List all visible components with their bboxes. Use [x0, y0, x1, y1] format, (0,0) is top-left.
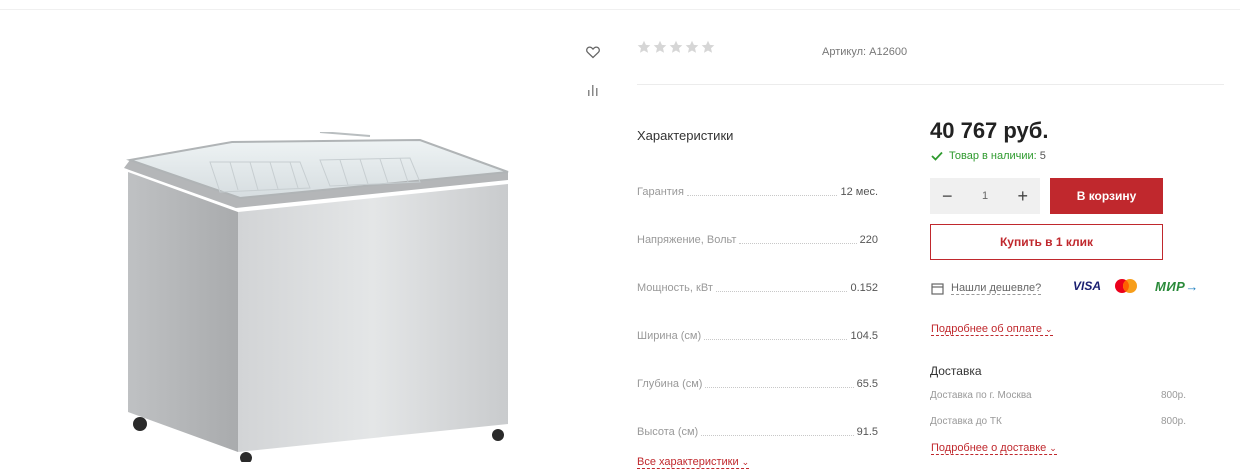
found-cheaper-link[interactable]: Нашли дешевле?	[951, 282, 1042, 295]
char-value: 0.152	[850, 282, 878, 294]
all-characteristics-link[interactable]: Все характеристики ⌄	[637, 456, 750, 469]
star-icon[interactable]	[637, 40, 651, 54]
char-row-warranty: Гарантия 12 мес.	[637, 186, 878, 198]
delivery-row-moscow: Доставка по г. Москва 800р.	[930, 390, 1186, 401]
delivery-details-label: Подробнее о доставке	[931, 442, 1047, 454]
sku-label: Артикул:	[822, 46, 867, 58]
compare-icon[interactable]	[585, 82, 601, 98]
star-icon[interactable]	[685, 40, 699, 54]
heart-icon[interactable]	[585, 44, 601, 60]
dotted-leader	[686, 195, 838, 196]
sku-value: A12600	[869, 46, 908, 58]
side-actions	[585, 44, 601, 120]
characteristics-list: Гарантия 12 мес. Напряжение, Вольт 220 М…	[637, 186, 878, 474]
char-row-width: Ширина (см) 104.5	[637, 330, 878, 342]
char-value: 104.5	[850, 330, 878, 342]
char-value: 65.5	[856, 378, 878, 390]
delivery-price: 800р.	[1160, 416, 1186, 427]
char-value: 12 мес.	[840, 186, 878, 198]
characteristics-title: Характеристики	[637, 128, 734, 143]
char-row-power: Мощность, кВт 0.152	[637, 282, 878, 294]
quantity-value[interactable]: 1	[982, 190, 988, 202]
delivery-price: 800р.	[1160, 390, 1186, 401]
char-row-height: Высота (см) 91.5	[637, 426, 878, 438]
product-page: Артикул: A12600 Характеристики Гарантия …	[0, 0, 1240, 476]
star-icon[interactable]	[653, 40, 667, 54]
dotted-leader	[701, 435, 854, 436]
chest-freezer-image	[124, 132, 509, 462]
star-icon[interactable]	[701, 40, 715, 54]
decrease-quantity-button[interactable]: −	[942, 187, 953, 205]
top-divider	[0, 9, 1240, 10]
add-to-cart-button[interactable]: В корзину	[1050, 178, 1163, 214]
char-value: 220	[859, 234, 878, 246]
stock-status: Товар в наличии: 5	[931, 150, 1046, 162]
payment-details-link[interactable]: Подробнее об оплате ⌄	[931, 323, 1053, 336]
char-name: Высота (см)	[637, 426, 699, 438]
delivery-details-link[interactable]: Подробнее о доставке ⌄	[931, 442, 1057, 455]
rating-stars[interactable]	[637, 40, 715, 54]
document-icon	[931, 283, 944, 295]
found-cheaper[interactable]: Нашли дешевле?	[931, 282, 1042, 295]
visa-logo: VISA	[1073, 279, 1102, 293]
buy-one-click-button[interactable]: Купить в 1 клик	[930, 224, 1163, 260]
mastercard-logo	[1115, 279, 1137, 293]
delivery-row-tk: Доставка до ТК 800р.	[930, 416, 1186, 427]
mir-logo-text: МИР	[1155, 279, 1186, 294]
all-characteristics-label: Все характеристики	[637, 456, 739, 468]
char-name: Напряжение, Вольт	[637, 234, 737, 246]
chevron-down-icon: ⌄	[741, 457, 750, 467]
star-icon[interactable]	[669, 40, 683, 54]
delivery-name: Доставка по г. Москва	[930, 390, 1032, 401]
check-icon	[931, 151, 943, 161]
delivery-name: Доставка до ТК	[930, 416, 1002, 427]
chevron-down-icon: ⌄	[1049, 443, 1057, 453]
char-name: Мощность, кВт	[637, 282, 713, 294]
char-name: Ширина (см)	[637, 330, 702, 342]
chevron-down-icon: ⌄	[1044, 324, 1053, 334]
mir-arrow-icon: →	[1185, 279, 1199, 294]
char-row-voltage: Напряжение, Вольт 220	[637, 234, 878, 246]
stock-count: 5	[1039, 150, 1046, 162]
dotted-leader	[739, 243, 857, 244]
dotted-leader	[715, 291, 848, 292]
product-price: 40 767 руб.	[930, 118, 1049, 143]
sku: Артикул: A12600	[822, 46, 907, 58]
char-name: Глубина (см)	[637, 378, 703, 390]
char-value: 91.5	[856, 426, 878, 438]
product-image[interactable]	[90, 90, 560, 476]
char-row-depth: Глубина (см) 65.5	[637, 378, 878, 390]
payment-details-label: Подробнее об оплате	[931, 323, 1042, 335]
header-divider	[637, 84, 1224, 85]
char-name: Гарантия	[637, 186, 684, 198]
mir-logo: МИР→	[1155, 279, 1199, 294]
increase-quantity-button[interactable]: +	[1017, 187, 1028, 205]
delivery-title: Доставка	[930, 364, 982, 378]
quantity-stepper: − 1 +	[930, 178, 1040, 214]
stock-label: Товар в наличии:	[949, 150, 1037, 162]
dotted-leader	[704, 339, 848, 340]
dotted-leader	[705, 387, 854, 388]
